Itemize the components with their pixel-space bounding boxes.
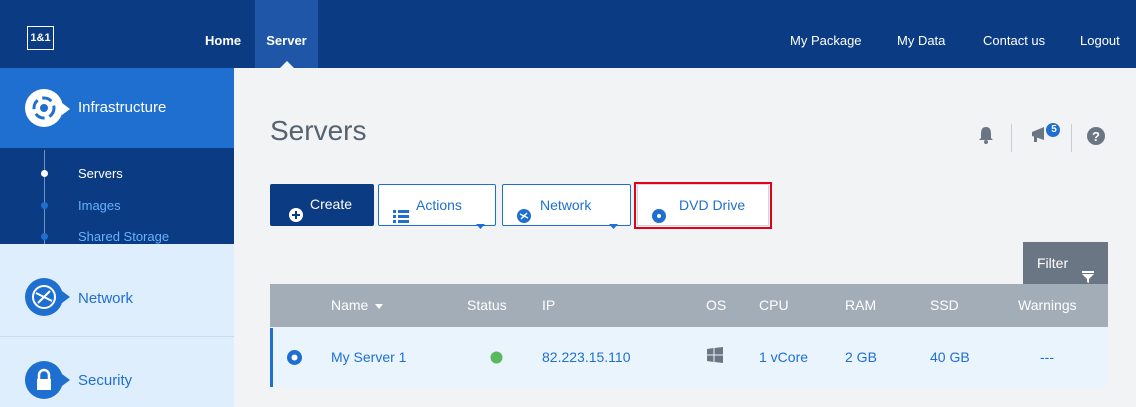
sidebar-item-label: Infrastructure [78,99,167,116]
infrastructure-icon [25,89,63,127]
list-icon [393,198,409,238]
arrow-icon [62,374,70,386]
column-header-ip[interactable]: IP [542,284,555,327]
ip-address: 82.223.15.110 [542,349,631,365]
actions-dropdown-button[interactable]: Actions [378,184,496,229]
network-icon [25,278,63,316]
nav-my-package[interactable]: My Package [790,0,862,68]
column-header-ssd[interactable]: SSD [930,284,959,327]
divider [1011,124,1012,152]
svg-text:?: ? [1092,129,1100,144]
filter-button[interactable]: Filter [1023,242,1108,284]
sidebar-item-infrastructure[interactable]: Infrastructure [0,68,234,148]
table-header: Name Status IP OS CPU RAM SSD Warnings [270,284,1108,327]
nav-server[interactable]: Server [255,0,318,68]
status-indicator [490,351,503,367]
network-icon [517,198,531,238]
bullet-icon [41,170,48,177]
bullet-icon [41,233,48,240]
column-header-label: Name [331,297,369,313]
sidebar-item-security[interactable]: Security [0,337,234,407]
divider [1071,124,1072,152]
nav-home[interactable]: Home [205,0,241,68]
top-navigation-bar: 1&1 Home Server My Package My Data Conta… [0,0,1136,68]
lock-icon [25,361,63,399]
submenu-line [44,150,45,244]
radio-button[interactable] [287,350,302,368]
sidebar-subitem-images[interactable]: Images [78,198,121,213]
warnings-value: --- [1040,349,1054,365]
highlight-box [634,182,772,229]
network-dropdown-button[interactable]: Network [502,184,631,229]
arrow-icon [62,291,70,303]
cpu-value: 1 vCore [759,349,809,365]
column-header-ram[interactable]: RAM [845,284,876,327]
create-button-label: Create [310,196,353,212]
page-title: Servers [270,115,367,146]
active-tab-indicator [280,61,294,68]
table-row[interactable]: My Server 1 82.223.15.110 1 vCore 2 GB 4… [270,328,1108,387]
server-name-link[interactable]: My Server 1 [331,328,406,387]
plus-circle-icon [289,197,303,237]
filter-button-label: Filter [1037,255,1069,271]
column-header-cpu[interactable]: CPU [759,284,789,327]
actions-button-label: Actions [416,197,462,213]
ssd-value: 40 GB [930,349,970,365]
sidebar-subitem-shared-storage[interactable]: Shared Storage [78,229,169,244]
caret-down-icon [375,303,384,309]
caret-down-icon [609,204,618,244]
sidebar-item-label: Network [78,290,134,307]
notification-badge: 5 [1051,124,1057,135]
bell-icon[interactable] [978,126,994,149]
ram-value: 2 GB [845,349,877,365]
arrow-icon [62,103,70,115]
create-button[interactable]: Create [270,184,374,226]
bullet-icon [41,202,48,209]
column-header-status[interactable]: Status [467,284,507,327]
column-header-name[interactable]: Name [331,284,384,327]
nav-server-label: Server [266,33,307,48]
network-button-label: Network [540,197,592,213]
caret-down-icon [476,204,485,244]
windows-icon [707,347,723,366]
brand-logo[interactable]: 1&1 [27,26,54,50]
sidebar-item-label: Security [78,372,133,389]
column-header-warnings[interactable]: Warnings [1018,284,1077,327]
sidebar-item-network[interactable]: Network [0,244,234,336]
nav-my-data[interactable]: My Data [897,0,945,68]
nav-logout[interactable]: Logout [1080,0,1120,68]
help-icon[interactable]: ? [1087,127,1105,150]
column-header-os[interactable]: OS [706,284,726,327]
sidebar-subitem-servers[interactable]: Servers [78,166,123,181]
nav-contact-us[interactable]: Contact us [983,0,1045,68]
